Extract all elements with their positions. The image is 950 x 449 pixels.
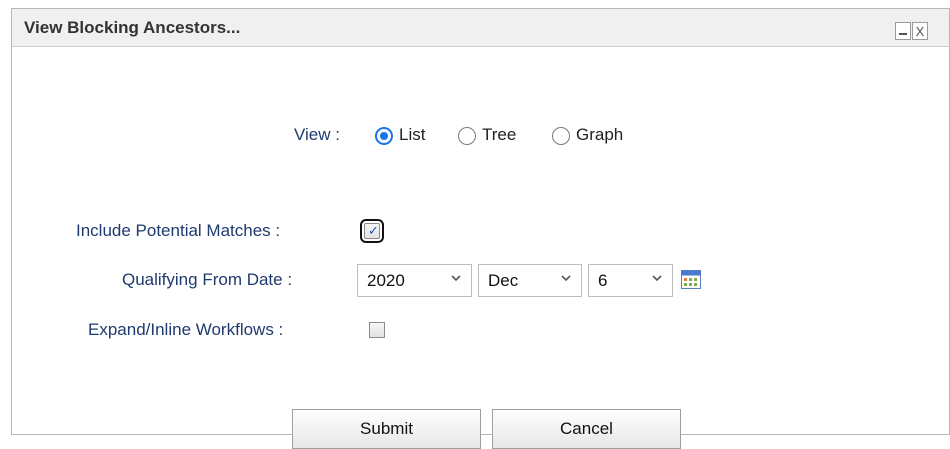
expand-workflows-checkbox[interactable] — [369, 322, 385, 338]
close-button[interactable]: X — [912, 22, 928, 40]
year-select[interactable]: 2020 — [357, 264, 472, 297]
view-radio-graph-label[interactable]: Graph — [576, 125, 623, 145]
view-blocking-ancestors-dialog: View Blocking Ancestors... X View : List… — [11, 8, 950, 449]
view-radio-graph[interactable] — [552, 127, 570, 145]
potential-matches-label: Include Potential Matches : — [76, 221, 281, 240]
chevron-down-icon — [652, 275, 662, 282]
close-icon: X — [915, 23, 925, 39]
view-radio-tree[interactable] — [458, 127, 476, 145]
day-select-value: 6 — [598, 270, 608, 290]
chevron-down-icon — [561, 275, 571, 282]
submit-button[interactable]: Submit — [292, 409, 481, 449]
qualifying-date-label: Qualifying From Date : — [122, 270, 293, 289]
calendar-icon[interactable] — [681, 270, 701, 289]
cancel-button[interactable]: Cancel — [492, 409, 681, 449]
day-select[interactable]: 6 — [588, 264, 673, 297]
month-select-value: Dec — [488, 270, 519, 290]
year-select-value: 2020 — [367, 270, 405, 290]
dialog-title: View Blocking Ancestors... — [24, 17, 241, 37]
view-radio-tree-label[interactable]: Tree — [482, 125, 516, 145]
view-label: View : — [294, 125, 340, 144]
dialog-body: View : List Tree Graph Include Potential… — [12, 47, 949, 449]
checkmark-icon: ✓ — [368, 223, 379, 238]
chevron-down-icon — [451, 275, 461, 282]
expand-workflows-label: Expand/Inline Workflows : — [88, 320, 284, 339]
potential-matches-checkbox[interactable]: ✓ — [360, 219, 384, 243]
dialog-titlebar[interactable]: View Blocking Ancestors... X — [12, 9, 949, 47]
minimize-button[interactable] — [895, 22, 911, 40]
view-radio-list[interactable] — [375, 127, 393, 145]
month-select[interactable]: Dec — [478, 264, 582, 297]
minimize-icon — [899, 33, 907, 35]
view-radio-list-label[interactable]: List — [399, 125, 425, 145]
